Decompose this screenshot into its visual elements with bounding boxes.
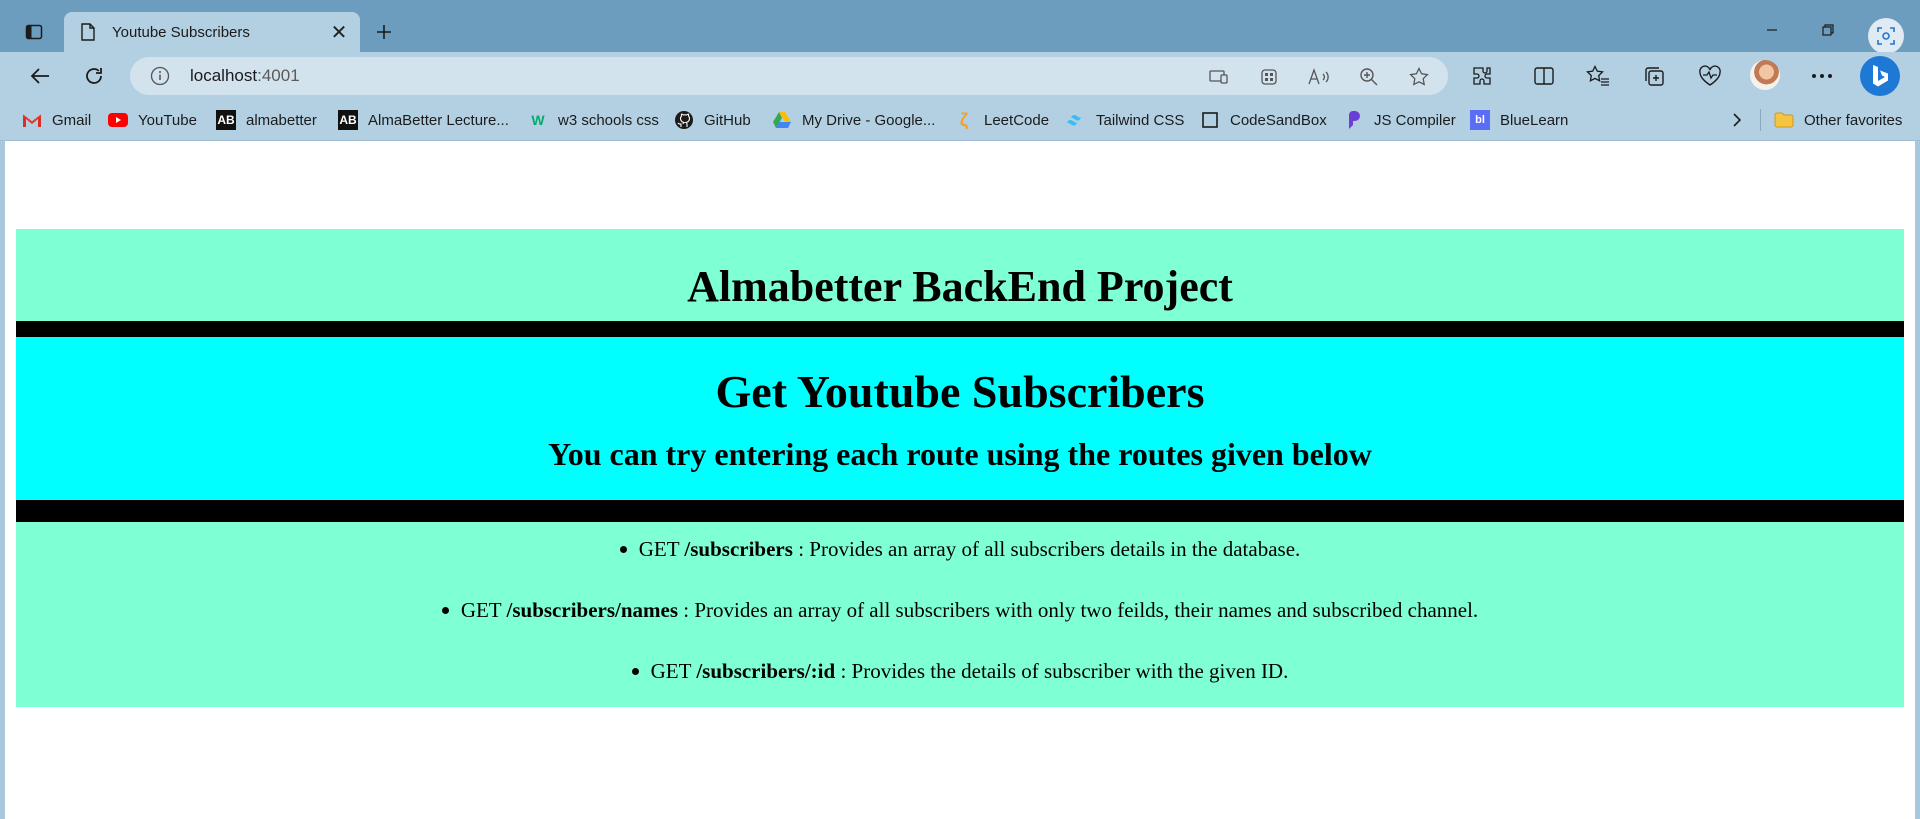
bookmark-label: My Drive - Google...	[802, 111, 936, 129]
bookmark-almabetter-lecture[interactable]: AB AlmaBetter Lecture...	[338, 108, 509, 132]
profile-avatar[interactable]	[1750, 60, 1780, 90]
bookmark-label: Tailwind CSS	[1096, 111, 1185, 129]
site-info-icon[interactable]	[150, 66, 170, 86]
banner-title: Get Youtube Subscribers	[715, 366, 1205, 417]
bookmark-leetcode[interactable]: ζ LeetCode	[954, 108, 1049, 132]
bookmarks-overflow-icon[interactable]	[1732, 108, 1742, 132]
bookmark-tailwind[interactable]: Tailwind CSS	[1066, 108, 1184, 132]
bookmark-label: Gmail	[52, 111, 92, 129]
page-title: Almabetter BackEnd Project	[687, 262, 1233, 311]
bullet	[441, 606, 449, 614]
bookmark-github[interactable]: GitHub	[674, 108, 751, 132]
bookmark-almabetter[interactable]: AB almabetter	[216, 108, 317, 132]
route-method: GET	[650, 659, 692, 683]
route-item: GET /subscribers : Provides an array of …	[16, 537, 1904, 562]
bookmark-label: CodeSandBox	[1230, 111, 1327, 129]
banner-subtitle: You can try entering each route using th…	[548, 436, 1372, 472]
bookmark-label: YouTube	[138, 111, 197, 129]
url-port: :4001	[257, 66, 300, 85]
route-item: GET /subscribers/:id : Provides the deta…	[16, 659, 1904, 684]
screenshot-icon[interactable]	[1868, 18, 1904, 54]
browser-essentials-icon[interactable]	[1694, 60, 1726, 92]
youtube-icon	[108, 110, 128, 130]
github-icon	[674, 110, 694, 130]
bookmark-label: AlmaBetter Lecture...	[368, 111, 509, 129]
route-item: GET /subscribers/names : Provides an arr…	[16, 598, 1904, 623]
tab-actions-icon[interactable]	[14, 15, 54, 49]
collections-icon[interactable]	[1638, 60, 1670, 92]
new-tab-icon[interactable]	[368, 16, 400, 48]
bookmark-gmail[interactable]: Gmail	[22, 108, 91, 132]
divider	[16, 321, 1904, 337]
back-icon[interactable]	[22, 58, 58, 94]
route-path: /subscribers/:id	[696, 659, 836, 683]
route-method: GET	[638, 537, 680, 561]
zoom-icon[interactable]	[1358, 66, 1380, 88]
w3-icon: W	[531, 112, 545, 128]
project-header: Almabetter BackEnd Project	[16, 229, 1904, 321]
js-compiler-icon	[1344, 110, 1364, 130]
bluelearn-icon: bl	[1470, 110, 1490, 130]
bookmarks-bar: Gmail YouTube AB almabetter AB AlmaBette…	[0, 100, 1920, 141]
subscribers-banner: Get Youtube Subscribers You can try ente…	[16, 337, 1904, 500]
app-available-icon[interactable]	[1208, 66, 1230, 88]
route-path: /subscribers/names	[506, 598, 679, 622]
bookmark-other-favorites[interactable]: Other favorites	[1774, 108, 1902, 132]
bookmark-w3schools[interactable]: W w3 schools css	[528, 108, 659, 132]
url-text[interactable]: localhost:4001	[190, 66, 300, 86]
ab-icon: AB	[338, 110, 358, 130]
bookmark-js-compiler[interactable]: JS Compiler	[1344, 108, 1456, 132]
divider	[16, 500, 1904, 522]
tab-youtube-subscribers[interactable]: Youtube Subscribers ✕	[64, 12, 360, 52]
route-path: /subscribers	[684, 537, 793, 561]
page-viewport: Almabetter BackEnd Project Get Youtube S…	[5, 141, 1915, 819]
split-screen-icon[interactable]	[1528, 60, 1560, 92]
tab-bar: Youtube Subscribers ✕	[0, 0, 1920, 54]
bookmark-google-drive[interactable]: My Drive - Google...	[772, 108, 935, 132]
tab-title: Youtube Subscribers	[112, 23, 250, 41]
gmail-icon	[22, 110, 42, 130]
route-method: GET	[460, 598, 502, 622]
route-description: : Provides the details of subscriber wit…	[840, 659, 1289, 683]
codesandbox-icon	[1200, 110, 1220, 130]
ab-icon: AB	[216, 110, 236, 130]
extensions-icon[interactable]	[1466, 60, 1498, 92]
route-description: : Provides an array of all subscribers w…	[683, 598, 1479, 622]
route-description: : Provides an array of all subscribers d…	[798, 537, 1301, 561]
close-tab-icon[interactable]: ✕	[326, 19, 352, 45]
bookmark-bluelearn[interactable]: bl BlueLearn	[1470, 108, 1568, 132]
copilot-icon[interactable]	[1860, 56, 1900, 96]
folder-icon	[1774, 110, 1794, 130]
bookmark-label: BlueLearn	[1500, 111, 1569, 129]
url-host: localhost	[190, 66, 258, 85]
bookmark-codesandbox[interactable]: CodeSandBox	[1200, 108, 1327, 132]
favorites-icon[interactable]	[1582, 60, 1614, 92]
address-bar[interactable]: localhost:4001	[130, 57, 1448, 95]
bookmark-label: almabetter	[246, 111, 317, 129]
restore-icon[interactable]	[1808, 14, 1848, 46]
bookmark-label: Other favorites	[1804, 111, 1903, 129]
tailwind-icon	[1066, 110, 1086, 130]
bookmark-label: LeetCode	[984, 111, 1050, 129]
drive-icon	[772, 110, 792, 130]
bullet	[619, 545, 627, 553]
routes-list: GET /subscribers : Provides an array of …	[16, 522, 1904, 707]
bookmark-label: GitHub	[704, 111, 751, 129]
bullet	[631, 667, 639, 675]
bookmark-label: w3 schools css	[558, 111, 659, 129]
leetcode-icon: ζ	[959, 109, 969, 130]
read-aloud-icon[interactable]	[1308, 66, 1330, 88]
minimize-icon[interactable]	[1752, 14, 1792, 46]
bookmark-label: JS Compiler	[1374, 111, 1456, 129]
apps-icon[interactable]	[1258, 66, 1280, 88]
refresh-icon[interactable]	[76, 58, 112, 94]
page-icon	[78, 22, 98, 42]
favorite-star-icon[interactable]	[1408, 66, 1430, 88]
bookmark-youtube[interactable]: YouTube	[108, 108, 197, 132]
bookmarks-divider	[1760, 109, 1761, 131]
more-options-icon[interactable]	[1806, 60, 1838, 92]
toolbar: localhost:4001	[0, 52, 1920, 100]
